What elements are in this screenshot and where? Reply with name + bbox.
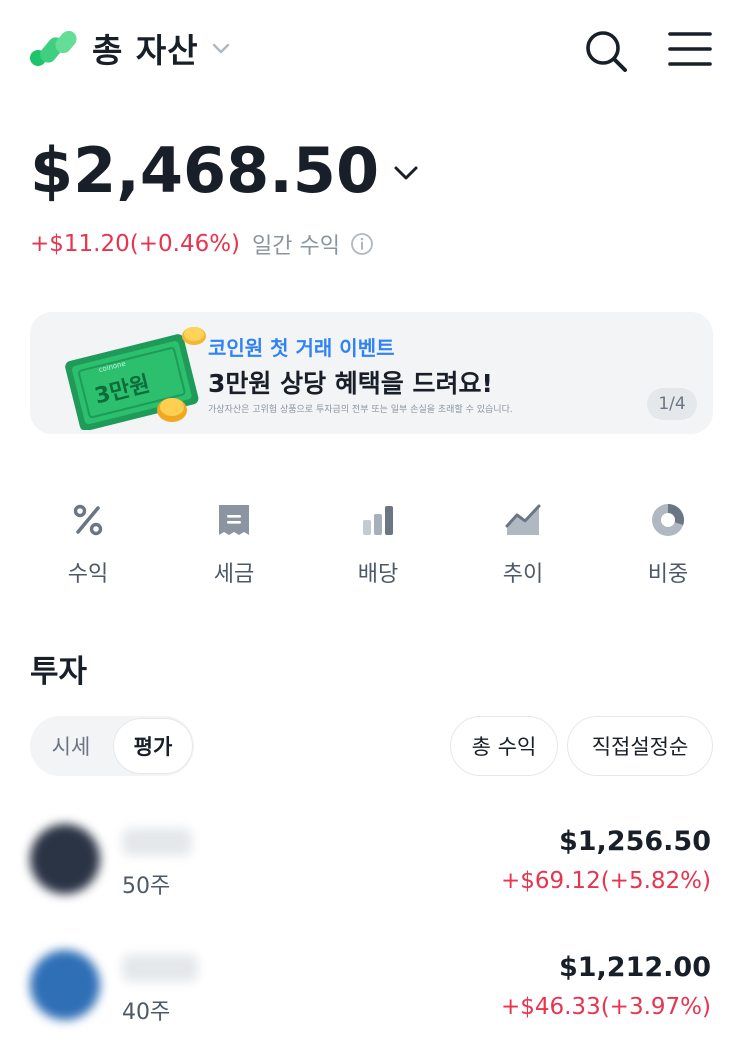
bar-chart-icon <box>363 506 393 535</box>
holding-shares: 40주 <box>122 1000 171 1025</box>
stock-logo <box>30 950 100 1020</box>
holding-shares: 50주 <box>122 874 171 899</box>
stock-logo <box>30 824 100 894</box>
info-icon[interactable] <box>350 232 374 256</box>
sort-total-return-button[interactable]: 총 수익 <box>450 716 558 776</box>
stock-name-redacted <box>122 954 198 982</box>
banner-title: 3만원 상당 혜택을 드려요! <box>208 369 493 398</box>
quick-item-tax[interactable]: 세금 <box>184 496 284 596</box>
trend-chart-icon <box>505 504 541 535</box>
percent-icon <box>73 504 103 536</box>
view-toggle: 시세 평가 <box>30 716 194 776</box>
asset-screen: 총 자산 $2,468.50 +$11.20(+0.46%) 일간 수익 coi… <box>0 0 743 1061</box>
toggle-price[interactable]: 시세 <box>30 716 112 776</box>
daily-change-label: 일간 수익 <box>252 234 341 259</box>
quick-label: 추이 <box>502 562 544 587</box>
holding-gain: +$69.12(+5.82%) <box>500 868 711 894</box>
page-title: 총 자산 <box>92 31 199 70</box>
voucher-illustration: coinone 3만원 <box>65 327 206 430</box>
quick-item-ratio[interactable]: 비중 <box>618 496 718 596</box>
quick-menu: 수익 세금 배당 추이 비중 <box>0 496 743 596</box>
search-icon[interactable] <box>583 28 629 74</box>
holding-amount: $1,212.00 <box>558 952 711 983</box>
quick-label: 세금 <box>213 562 255 587</box>
toggle-valuation[interactable]: 평가 <box>113 718 193 774</box>
banner-page-indicator: 1/4 <box>647 388 697 420</box>
banner-subtitle: 코인원 첫 거래 이벤트 <box>208 336 395 360</box>
promo-banner[interactable]: coinone 3만원 코인원 첫 거래 이벤트 3만원 상당 혜택을 드려요!… <box>30 312 713 434</box>
chevron-down-icon <box>212 43 229 54</box>
stock-name-redacted <box>122 828 192 856</box>
sort-custom-button[interactable]: 직접설정순 <box>567 716 713 776</box>
holding-gain: +$46.33(+3.97%) <box>500 994 711 1020</box>
quick-item-profit[interactable]: 수익 <box>38 496 138 596</box>
quick-item-trend[interactable]: 추이 <box>473 496 573 596</box>
section-title: 투자 <box>30 654 88 690</box>
balance-amount: $2,468.50 <box>30 133 380 207</box>
top-bar: 총 자산 <box>0 0 743 100</box>
menu-icon[interactable] <box>666 28 712 72</box>
banner-disclaimer: 가상자산은 고위험 상품으로 투자금의 전부 또는 일부 손실을 초래할 수 있… <box>208 405 513 415</box>
chevron-down-icon <box>394 166 418 180</box>
receipt-icon <box>219 505 249 535</box>
quick-label: 수익 <box>67 562 109 587</box>
holding-row[interactable]: 40주 $1,212.00 +$46.33(+3.97%) <box>0 938 743 1048</box>
pie-chart-icon <box>652 504 685 536</box>
account-selector[interactable]: 총 자산 <box>92 24 231 72</box>
daily-change: +$11.20(+0.46%) 일간 수익 <box>30 226 374 262</box>
quick-item-dividend[interactable]: 배당 <box>328 496 428 596</box>
quick-label: 비중 <box>647 562 689 587</box>
holding-amount: $1,256.50 <box>558 826 711 857</box>
logo-icon <box>30 30 77 66</box>
quick-label: 배당 <box>357 562 399 587</box>
total-balance[interactable]: $2,468.50 <box>30 130 419 210</box>
holding-row[interactable]: 50주 $1,256.50 +$69.12(+5.82%) <box>0 812 743 922</box>
daily-change-value: +$11.20(+0.46%) <box>30 231 241 257</box>
